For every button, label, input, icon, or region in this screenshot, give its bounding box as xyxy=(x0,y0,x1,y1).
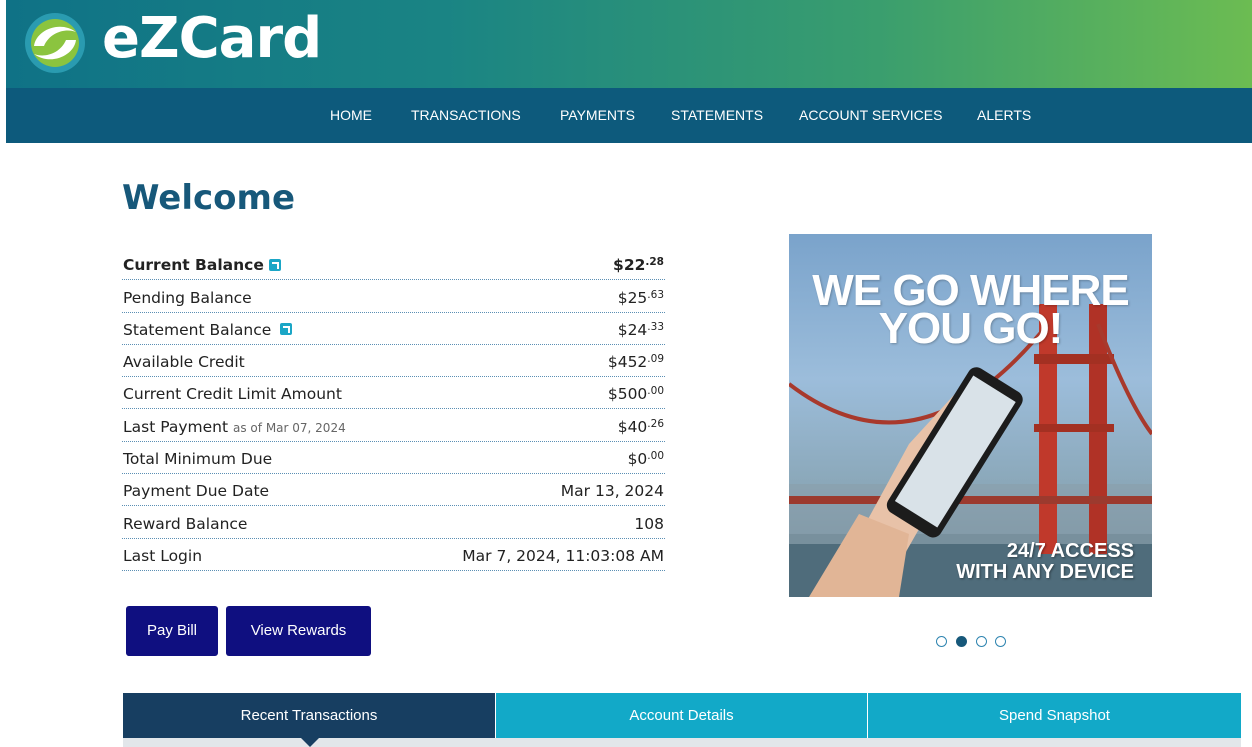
last-login-label: Last Login xyxy=(123,546,203,565)
ezcard-logo-icon[interactable] xyxy=(20,8,90,78)
reward-balance-value: 108 xyxy=(634,514,664,533)
view-rewards-button[interactable]: View Rewards xyxy=(226,606,371,656)
active-tab-caret-icon xyxy=(301,738,319,747)
summary-row-minimum-due: Total Minimum Due $0.00 xyxy=(122,442,665,475)
external-link-icon[interactable] xyxy=(268,258,281,271)
summary-row-last-payment: Last Payment as of Mar 07, 2024 $40.26 xyxy=(122,409,665,442)
last-login-value: Mar 7, 2024, 11:03:08 AM xyxy=(462,546,664,565)
due-date-label: Payment Due Date xyxy=(123,482,270,501)
last-payment-value: $40.26 xyxy=(617,417,664,436)
summary-row-last-login: Last Login Mar 7, 2024, 11:03:08 AM xyxy=(122,539,665,571)
account-summary: Current Balance $22.28 Pending Balance $… xyxy=(122,248,665,571)
pending-balance-value: $25.63 xyxy=(617,288,664,307)
tab-recent-transactions[interactable]: Recent Transactions xyxy=(123,693,495,738)
nav-statements[interactable]: STATEMENTS xyxy=(671,107,763,123)
brand-name: eZCard xyxy=(102,6,322,71)
current-balance-label: Current Balance xyxy=(123,256,264,275)
due-date-value: Mar 13, 2024 xyxy=(560,482,664,501)
nav-home[interactable]: HOME xyxy=(330,107,372,123)
tab-account-details[interactable]: Account Details xyxy=(496,693,867,738)
minimum-due-label: Total Minimum Due xyxy=(123,450,273,469)
carousel-dot-1[interactable] xyxy=(936,636,947,647)
credit-limit-value: $500.00 xyxy=(607,385,664,404)
available-credit-value: $452.09 xyxy=(607,353,664,372)
summary-row-pending-balance: Pending Balance $25.63 xyxy=(122,280,665,313)
carousel-dot-4[interactable] xyxy=(995,636,1006,647)
tab-spend-snapshot[interactable]: Spend Snapshot xyxy=(868,693,1241,738)
promo-headline-2: YOU GO! xyxy=(878,304,1064,353)
last-payment-label: Last Payment xyxy=(123,417,229,436)
tab-content-strip xyxy=(123,738,1241,747)
pay-bill-button[interactable]: Pay Bill xyxy=(126,606,218,656)
available-credit-label: Available Credit xyxy=(123,353,245,372)
pending-balance-label: Pending Balance xyxy=(123,288,252,307)
carousel-dot-3[interactable] xyxy=(976,636,987,647)
summary-row-statement-balance: Statement Balance $24.33 xyxy=(122,313,665,345)
minimum-due-value: $0.00 xyxy=(627,450,664,469)
summary-row-available-credit: Available Credit $452.09 xyxy=(122,345,665,378)
carousel-dot-2[interactable] xyxy=(956,636,967,647)
promo-sub-2: WITH ANY DEVICE xyxy=(956,561,1134,583)
summary-row-reward-balance: Reward Balance 108 xyxy=(122,506,665,539)
summary-row-due-date: Payment Due Date Mar 13, 2024 xyxy=(122,474,665,507)
statement-balance-value: $24.33 xyxy=(617,320,664,339)
page-title: Welcome xyxy=(122,178,296,218)
promo-sub-1: 24/7 ACCESS xyxy=(1006,540,1134,562)
summary-row-current-balance: Current Balance $22.28 xyxy=(122,248,665,281)
nav-account-services[interactable]: ACCOUNT SERVICES xyxy=(799,107,942,123)
statement-balance-label: Statement Balance xyxy=(123,320,272,339)
credit-limit-label: Current Credit Limit Amount xyxy=(123,385,342,404)
promo-banner[interactable]: WE GO WHERE YOU GO! 24/7 ACCESS WITH ANY… xyxy=(789,234,1152,597)
reward-balance-label: Reward Balance xyxy=(123,514,248,533)
external-link-icon[interactable] xyxy=(280,323,293,336)
last-payment-date: as of Mar 07, 2024 xyxy=(233,420,346,435)
dashboard-tabs: Recent Transactions Account Details Spen… xyxy=(123,693,1241,747)
nav-transactions[interactable]: TRANSACTIONS xyxy=(411,107,521,123)
main-nav: HOME TRANSACTIONS PAYMENTS STATEMENTS AC… xyxy=(6,88,1252,143)
nav-payments[interactable]: PAYMENTS xyxy=(560,107,635,123)
summary-row-credit-limit: Current Credit Limit Amount $500.00 xyxy=(122,377,665,410)
nav-alerts[interactable]: ALERTS xyxy=(977,107,1031,123)
brand-header: eZCard xyxy=(6,0,1252,88)
current-balance-value: $22.28 xyxy=(613,256,664,275)
